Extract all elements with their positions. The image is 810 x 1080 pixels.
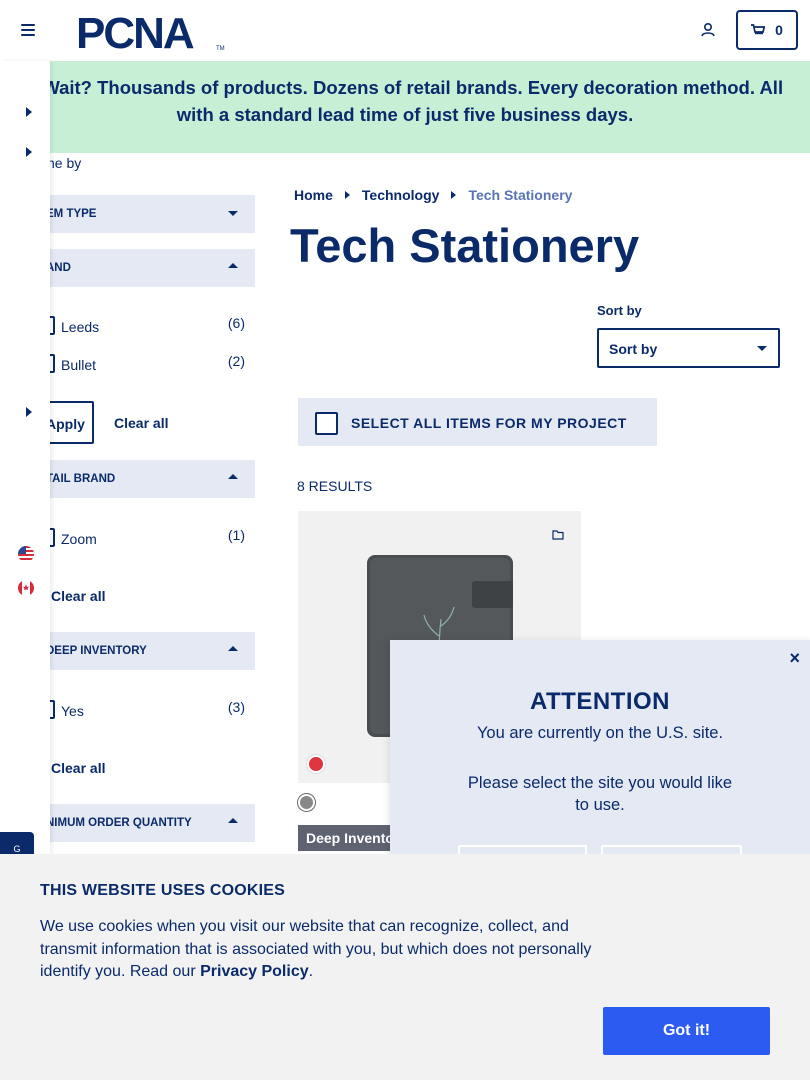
chevron-up-icon — [228, 263, 238, 268]
sort-dropdown[interactable]: Sort by — [597, 328, 780, 368]
color-swatch-gray[interactable] — [298, 794, 315, 811]
modal-title: ATTENTION — [529, 688, 671, 715]
sort-selected-value: Sort by — [609, 341, 658, 357]
filter-header-retail-brand[interactable]: tail brand — [40, 460, 255, 498]
option-label: Zoom — [61, 531, 97, 547]
got-it-button[interactable]: Got it! — [603, 1007, 770, 1055]
close-icon[interactable]: × — [789, 648, 800, 669]
cookie-text: We use cookies when you visit our websit… — [40, 916, 615, 984]
expand-caret-icon[interactable] — [26, 147, 32, 157]
option-count: (2) — [227, 353, 245, 369]
clear-all-brand-link[interactable]: Clear all — [114, 415, 168, 431]
svg-text:TM: TM — [216, 46, 225, 52]
cookie-banner: THIS WEBSITE USES COOKIES We use cookies… — [0, 854, 810, 1080]
filter-title: em type — [46, 208, 97, 220]
results-count: 8 RESULTS — [297, 478, 373, 494]
option-label: Bullet — [61, 357, 97, 373]
filter-header-deep-inventory[interactable]: deep inventory — [40, 632, 255, 670]
canada-flag-icon[interactable] — [18, 580, 34, 596]
filter-title: tail brand — [46, 473, 116, 485]
cart-count: 0 — [775, 22, 783, 38]
filter-option-bullet[interactable]: Bullet (2) — [40, 352, 245, 376]
cart-icon — [751, 24, 766, 35]
filter-title: deep inventory — [46, 645, 147, 657]
svg-text:PCNA: PCNA — [76, 10, 194, 52]
breadcrumb-separator-icon — [344, 191, 350, 199]
breadcrumb-technology[interactable]: Technology — [362, 187, 440, 203]
select-all-label: SELECT ALL ITEMS FOR MY PROJECT — [351, 415, 627, 431]
chat-tab-label: G — [13, 844, 21, 854]
breadcrumb-current: Tech Stationery — [468, 187, 573, 203]
breadcrumb-home[interactable]: Home — [294, 187, 333, 203]
cookie-period: . — [308, 963, 314, 980]
color-swatch-red[interactable] — [307, 755, 325, 773]
filter-header-brand[interactable]: and — [40, 249, 255, 287]
filter-header-minimum-order[interactable]: nimum order quantity — [40, 804, 255, 842]
chevron-up-icon — [228, 646, 238, 651]
site-selection-modal: × ATTENTION You are currently on the U.S… — [390, 640, 810, 885]
breadcrumb-separator-icon — [451, 191, 457, 199]
site-header: PCNA TM 0 — [0, 0, 810, 61]
cookie-title: THIS WEBSITE USES COOKIES — [40, 882, 286, 899]
modal-current-site-text: You are currently on the U.S. site. — [476, 724, 724, 742]
pcna-logo[interactable]: PCNA TM — [76, 9, 226, 58]
chevron-down-icon — [757, 346, 767, 351]
cart-button[interactable]: 0 — [736, 10, 798, 50]
chevron-up-icon — [228, 474, 238, 479]
option-label: Leeds — [61, 319, 100, 335]
option-label: Yes — [61, 703, 84, 719]
option-count: (3) — [227, 699, 245, 715]
add-to-project-folder-icon[interactable] — [552, 527, 564, 540]
expand-caret-icon[interactable] — [26, 107, 32, 117]
sort-label: Sort by — [597, 303, 642, 318]
clear-all-retail-brand-link[interactable]: Clear all — [51, 588, 105, 604]
chevron-up-icon — [228, 818, 238, 823]
cookie-body: We use cookies when you visit our websit… — [40, 918, 592, 980]
filter-option-yes[interactable]: Yes (3) — [40, 698, 245, 722]
modal-instruction-text: Please select the site you would like to… — [467, 774, 733, 814]
select-all-row[interactable]: SELECT ALL ITEMS FOR MY PROJECT — [298, 398, 657, 446]
us-flag-icon[interactable] — [18, 546, 34, 562]
chevron-down-icon — [228, 211, 238, 216]
user-icon[interactable] — [700, 22, 716, 38]
banner-line-1: y Wait? Thousands of products. Dozens of… — [26, 77, 784, 98]
filter-option-leeds[interactable]: Leeds (6) — [40, 314, 245, 338]
page-title: Tech Stationery — [290, 219, 640, 272]
filter-header-item-type[interactable]: em type — [40, 195, 255, 233]
expand-caret-icon[interactable] — [26, 407, 32, 417]
clear-all-deep-inventory-link[interactable]: Clear all — [51, 760, 105, 776]
banner-line-2: with a standard lead time of just five b… — [176, 104, 634, 125]
option-count: (6) — [227, 315, 245, 331]
menu-icon[interactable] — [21, 24, 35, 36]
filter-title: nimum order quantity — [46, 817, 192, 829]
breadcrumb: Home Technology Tech Stationery — [294, 187, 572, 203]
privacy-policy-link[interactable]: Privacy Policy — [200, 963, 309, 980]
option-count: (1) — [227, 527, 245, 543]
promo-banner: y Wait? Thousands of products. Dozens of… — [0, 61, 810, 153]
filter-option-zoom[interactable]: Zoom (1) — [40, 526, 245, 550]
select-all-checkbox[interactable] — [315, 412, 338, 435]
